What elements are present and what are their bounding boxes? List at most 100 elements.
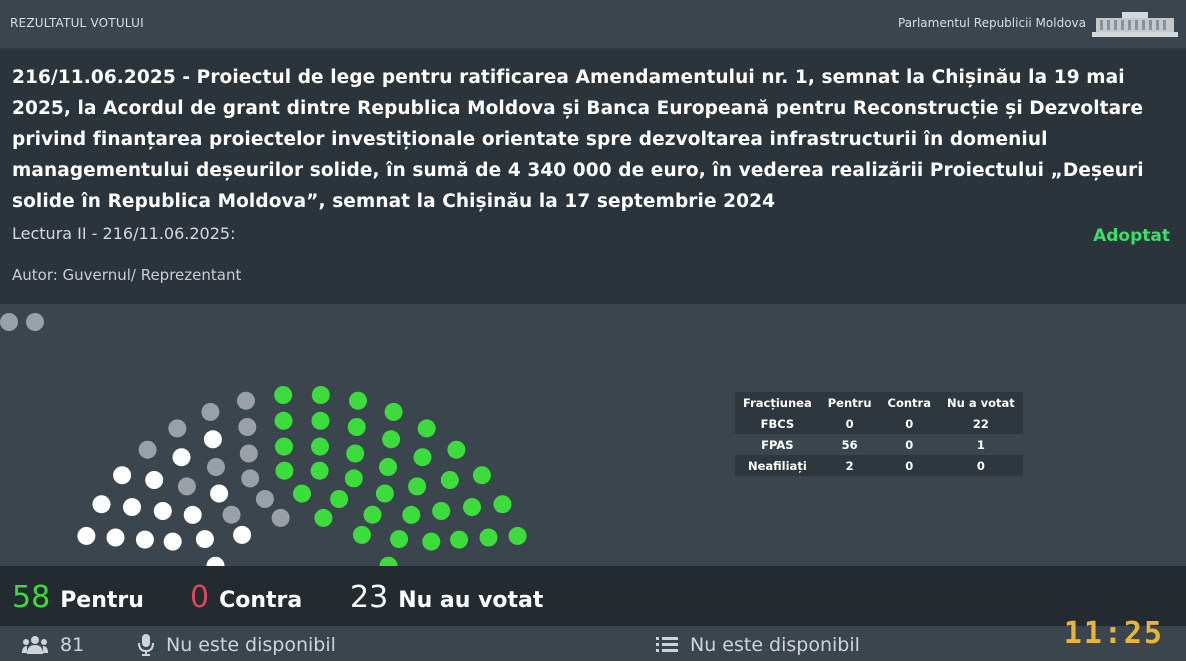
total-contra: 0 Contra bbox=[190, 580, 302, 615]
table-row: FBCS 0 0 22 bbox=[735, 413, 1023, 434]
seat bbox=[347, 418, 366, 436]
cell: FPAS bbox=[761, 437, 794, 452]
cell: 22 bbox=[972, 416, 989, 431]
seat bbox=[379, 556, 398, 566]
seat bbox=[402, 505, 421, 524]
seat bbox=[472, 466, 491, 485]
people-icon bbox=[22, 636, 48, 654]
seat bbox=[293, 484, 311, 503]
cell: 0 bbox=[845, 416, 854, 431]
seat bbox=[447, 440, 466, 459]
seat bbox=[177, 477, 196, 496]
seat bbox=[241, 469, 260, 488]
seat bbox=[379, 458, 397, 476]
microphone-icon bbox=[138, 634, 154, 656]
section-label: REZULTATUL VOTULUI bbox=[10, 16, 144, 30]
seat bbox=[237, 391, 255, 410]
bill-author: Autor: Guvernul/ Reprezentant bbox=[12, 266, 242, 284]
top-bar: REZULTATUL VOTULUI Parlamentul Republici… bbox=[0, 0, 1186, 50]
bill-title: 216/11.06.2025 - Proiectul de lege pentr… bbox=[12, 67, 1144, 212]
seat bbox=[417, 419, 436, 438]
vote-area: Fracțiunea Pentru Contra Nu a votat FBCS… bbox=[0, 304, 1186, 566]
seat bbox=[206, 556, 225, 566]
seat bbox=[440, 471, 459, 489]
cell: 0 bbox=[905, 437, 914, 452]
seat bbox=[153, 502, 172, 520]
seat bbox=[172, 448, 191, 467]
reading-label: Lectura II - 216/11.06.2025: bbox=[12, 224, 236, 243]
clock: 11:25 bbox=[1063, 616, 1164, 651]
seat bbox=[145, 471, 164, 489]
contra-label: Contra bbox=[219, 588, 303, 613]
seat bbox=[408, 477, 427, 496]
members-count: 81 bbox=[60, 634, 85, 656]
seat bbox=[413, 448, 432, 467]
seat bbox=[183, 505, 202, 524]
seat bbox=[233, 525, 252, 544]
bill-header: 216/11.06.2025 - Proiectul de lege pentr… bbox=[0, 50, 1186, 304]
seat bbox=[493, 495, 512, 514]
seat bbox=[106, 528, 125, 547]
pentru-count: 58 bbox=[12, 580, 51, 615]
cell: 0 bbox=[905, 458, 914, 473]
seat bbox=[271, 508, 290, 527]
seat bbox=[311, 411, 330, 430]
list-text: Nu este disponibil bbox=[690, 634, 860, 656]
parliament-building-logo bbox=[1092, 12, 1178, 37]
seat bbox=[382, 430, 401, 449]
seat bbox=[274, 386, 293, 404]
cell: FBCS bbox=[760, 416, 795, 431]
seat bbox=[363, 505, 382, 524]
seat bbox=[77, 526, 96, 545]
vote-totals-bar: 58 Pentru 0 Contra 23 Nu au votat bbox=[0, 566, 1186, 626]
seat bbox=[310, 461, 329, 480]
seat bbox=[0, 313, 18, 331]
vote-status: Adoptat bbox=[1093, 226, 1170, 246]
seat bbox=[375, 484, 394, 503]
table-header-row: Fracțiunea Pentru Contra Nu a votat bbox=[735, 392, 1023, 413]
seat bbox=[508, 526, 527, 545]
col-fraction: Fracțiunea bbox=[743, 395, 812, 410]
microphone-text: Nu este disponibil bbox=[166, 634, 336, 656]
col-contra: Contra bbox=[887, 395, 931, 410]
seat bbox=[239, 444, 258, 463]
cell: 2 bbox=[845, 458, 854, 473]
nu-au-votat-count: 23 bbox=[350, 580, 389, 615]
seat bbox=[463, 498, 481, 517]
nu-au-votat-label: Nu au votat bbox=[398, 588, 544, 613]
seat bbox=[330, 490, 349, 508]
seat bbox=[352, 525, 371, 544]
col-pentru: Pentru bbox=[827, 395, 872, 410]
seat bbox=[163, 532, 182, 551]
seat bbox=[92, 495, 111, 514]
seat bbox=[123, 498, 141, 517]
clock-minutes: 25 bbox=[1123, 616, 1164, 651]
seat bbox=[168, 419, 187, 438]
seat bbox=[384, 402, 403, 421]
seat bbox=[344, 469, 363, 488]
parliament-name: Parlamentul Republicii Moldova bbox=[897, 16, 1086, 30]
pentru-label: Pentru bbox=[60, 588, 144, 613]
footer-bar: 81 Nu este disponibil Nu este disponibil bbox=[0, 626, 1186, 661]
total-nu-au-votat: 23 Nu au votat bbox=[350, 580, 543, 615]
clock-hours: 11 bbox=[1063, 616, 1104, 651]
seat bbox=[346, 444, 365, 463]
seat bbox=[210, 484, 229, 503]
col-nu-a-votat: Nu a votat bbox=[947, 395, 1015, 410]
seat bbox=[314, 508, 333, 527]
seat bbox=[479, 528, 498, 547]
seat bbox=[238, 418, 257, 436]
seat bbox=[255, 490, 274, 508]
cell: 56 bbox=[841, 437, 858, 452]
contra-count: 0 bbox=[190, 580, 210, 615]
seat bbox=[207, 458, 225, 476]
seat bbox=[274, 411, 293, 430]
seat bbox=[422, 532, 441, 551]
cell: 1 bbox=[976, 437, 985, 452]
seat bbox=[222, 505, 241, 524]
seat bbox=[275, 437, 293, 456]
seat bbox=[195, 530, 214, 549]
seat bbox=[390, 530, 409, 549]
cell: 0 bbox=[976, 458, 985, 473]
seat bbox=[26, 313, 44, 331]
